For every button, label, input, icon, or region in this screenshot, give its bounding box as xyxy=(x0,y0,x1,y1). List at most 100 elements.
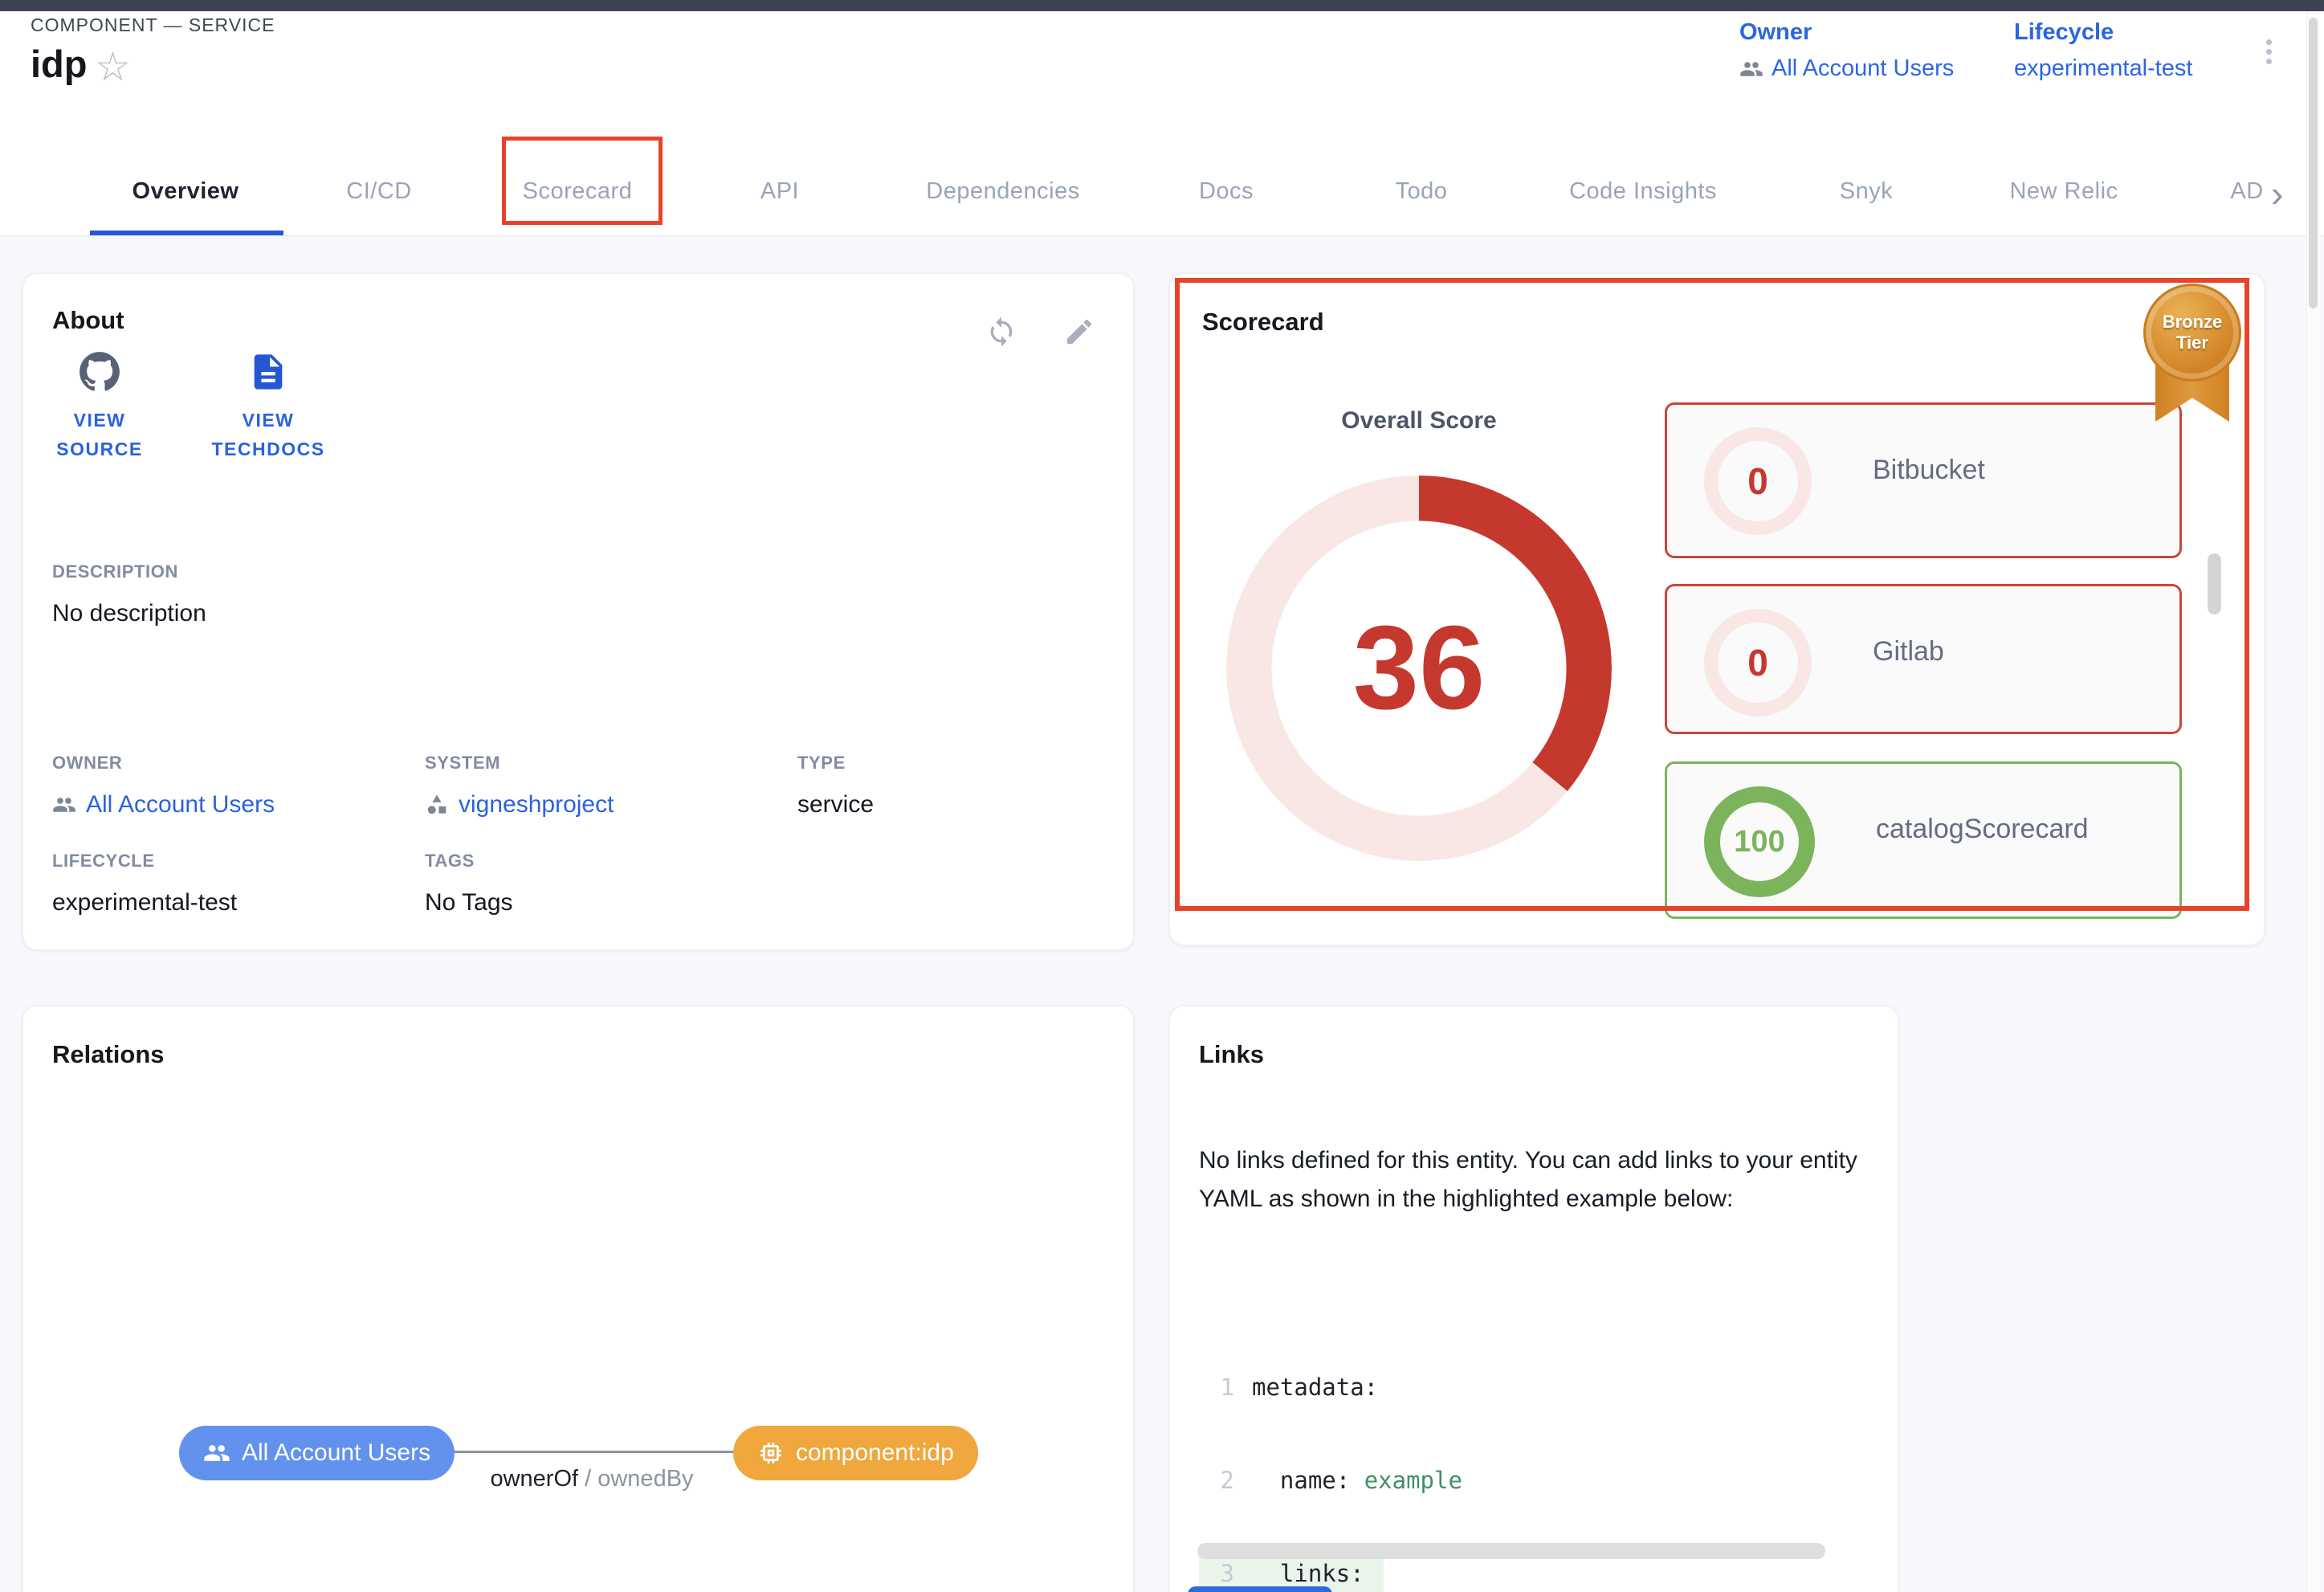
scorecard-tab-annotation-box xyxy=(502,137,663,225)
code-line: 1metadata: xyxy=(1199,1368,1835,1406)
tab-todo[interactable]: Todo xyxy=(1396,178,1448,205)
relation-node-component[interactable]: component:idp xyxy=(733,1426,978,1480)
entry-name: Bitbucket xyxy=(1873,455,1985,486)
field-tags-value: No Tags xyxy=(425,889,513,916)
chip-memory-icon xyxy=(757,1439,785,1467)
header-owner-label: Owner xyxy=(1739,19,1954,46)
tab-overview[interactable]: Overview xyxy=(133,178,239,205)
view-source-action[interactable]: VIEW SOURCE xyxy=(47,351,152,463)
score-ring: 0 xyxy=(1704,427,1812,535)
scorecard-title: Scorecard xyxy=(1202,308,1324,337)
document-icon xyxy=(247,351,289,393)
relation-edge-label: ownerOf / ownedBy xyxy=(447,1466,736,1492)
view-techdocs-label: VIEW TECHDOCS xyxy=(192,406,345,463)
edit-pencil-icon[interactable] xyxy=(1063,316,1095,348)
header-lifecycle-value: experimental-test xyxy=(2014,55,2192,82)
field-system-value: vigneshproject xyxy=(459,791,614,818)
badge-medal-icon: Bronze Tier xyxy=(2143,284,2241,382)
relation-edge-line xyxy=(447,1451,736,1453)
tab-new-relic[interactable]: New Relic xyxy=(2009,178,2118,205)
score-ring: 0 xyxy=(1704,609,1812,716)
refresh-icon[interactable] xyxy=(985,316,1017,348)
header-lifecycle-label: Lifecycle xyxy=(2014,19,2192,46)
entry-score: 100 xyxy=(1734,825,1784,859)
field-description-value: No description xyxy=(52,600,206,627)
people-icon xyxy=(203,1439,230,1467)
scorecard-entries-list: 0 Bitbucket 0 Gitlab 100 catalogScorecar… xyxy=(1660,401,2190,929)
relation-node-owner[interactable]: All Account Users xyxy=(179,1426,455,1480)
field-type: TYPE service xyxy=(797,753,874,818)
field-description: DESCRIPTION No description xyxy=(52,561,206,627)
scorecard-entry-gitlab[interactable]: 0 Gitlab xyxy=(1665,584,2182,734)
field-description-label: DESCRIPTION xyxy=(52,561,206,582)
tab-snyk[interactable]: Snyk xyxy=(1840,178,1893,205)
tab-code-insights[interactable]: Code Insights xyxy=(1569,178,1717,205)
scorecard-entry-catalogscorecard[interactable]: 100 catalogScorecard xyxy=(1665,761,2182,919)
relation-node-owner-label: All Account Users xyxy=(242,1439,430,1467)
entity-page: COMPONENT — SERVICE idp ☆ Owner All Acco… xyxy=(0,0,2324,1592)
field-tags-label: TAGS xyxy=(425,851,513,872)
people-icon xyxy=(1739,57,1763,81)
tab-ad-truncated[interactable]: AD xyxy=(2230,178,2263,205)
field-tags: TAGS No Tags xyxy=(425,851,513,916)
view-techdocs-action[interactable]: VIEW TECHDOCS xyxy=(192,351,345,463)
code-horizontal-scrollbar-thumb[interactable] xyxy=(1197,1543,1825,1559)
page-scrollbar-thumb[interactable] xyxy=(2309,18,2318,308)
favorite-star-icon[interactable]: ☆ xyxy=(95,47,131,87)
view-source-label: VIEW SOURCE xyxy=(47,406,152,463)
links-title: Links xyxy=(1199,1040,1264,1069)
links-empty-text: No links defined for this entity. You ca… xyxy=(1199,1141,1870,1218)
entry-name: Gitlab xyxy=(1873,636,1944,667)
header-lifecycle: Lifecycle experimental-test xyxy=(2014,19,2192,82)
field-system: SYSTEM vigneshproject xyxy=(425,753,614,818)
about-title: About xyxy=(52,306,124,335)
entry-score: 0 xyxy=(1747,641,1768,684)
people-icon xyxy=(52,793,76,817)
system-category-icon xyxy=(425,793,449,817)
relations-card: Relations ownerOf / ownedBy All Account … xyxy=(22,1006,1134,1592)
links-cutoff-button[interactable] xyxy=(1188,1586,1332,1592)
about-card: About VIEW SOURCE VIEW TECHDOCS DESCRIPT… xyxy=(22,273,1134,950)
field-system-label: SYSTEM xyxy=(425,753,614,774)
overall-score-value: 36 xyxy=(1226,476,1612,861)
header-owner-link[interactable]: All Account Users xyxy=(1772,55,1954,82)
tab-api[interactable]: API xyxy=(760,178,799,205)
field-system-link[interactable]: vigneshproject xyxy=(425,791,614,818)
entry-name: catalogScorecard xyxy=(1876,814,2089,845)
browser-top-bar xyxy=(0,0,2324,11)
github-icon xyxy=(79,351,120,393)
field-type-label: TYPE xyxy=(797,753,874,774)
relations-title: Relations xyxy=(52,1040,165,1069)
entries-scrollbar-thumb[interactable] xyxy=(2208,553,2221,614)
field-owner-value: All Account Users xyxy=(86,791,275,818)
badge-label: Bronze Tier xyxy=(2156,312,2228,353)
scorecard-card: Scorecard Bronze Tier Overall Score 36 0… xyxy=(1169,273,2265,945)
edge-label-ownerof: ownerOf xyxy=(490,1466,578,1492)
chevron-right-icon[interactable]: › xyxy=(2271,175,2283,212)
code-line: 2 name: example xyxy=(1199,1461,1835,1500)
tab-docs[interactable]: Docs xyxy=(1199,178,1254,205)
entry-score: 0 xyxy=(1747,459,1768,503)
field-lifecycle: LIFECYCLE experimental-test xyxy=(52,851,237,916)
header-owner: Owner All Account Users xyxy=(1739,19,1954,82)
active-tab-underline xyxy=(90,231,283,235)
overall-score-gauge: 36 xyxy=(1226,476,1612,861)
tab-dependencies[interactable]: Dependencies xyxy=(926,178,1079,205)
edge-label-separator: / xyxy=(578,1466,597,1492)
breadcrumb: COMPONENT — SERVICE xyxy=(31,14,275,36)
field-owner-label: OWNER xyxy=(52,753,275,774)
links-card: Links No links defined for this entity. … xyxy=(1169,1006,1898,1592)
score-ring: 100 xyxy=(1704,786,1815,897)
edge-label-ownedby: ownedBy xyxy=(597,1466,693,1492)
field-owner-link[interactable]: All Account Users xyxy=(52,791,275,818)
scorecard-entry-bitbucket[interactable]: 0 Bitbucket xyxy=(1665,402,2182,558)
field-lifecycle-label: LIFECYCLE xyxy=(52,851,237,872)
relation-node-component-label: component:idp xyxy=(796,1439,954,1467)
field-lifecycle-value: experimental-test xyxy=(52,889,237,916)
more-options-kebab-icon[interactable] xyxy=(2265,35,2273,68)
field-type-value: service xyxy=(797,791,874,818)
page-title: idp xyxy=(31,42,87,86)
tab-cicd[interactable]: CI/CD xyxy=(346,178,411,205)
overall-score-label: Overall Score xyxy=(1299,407,1539,435)
field-owner: OWNER All Account Users xyxy=(52,753,275,818)
